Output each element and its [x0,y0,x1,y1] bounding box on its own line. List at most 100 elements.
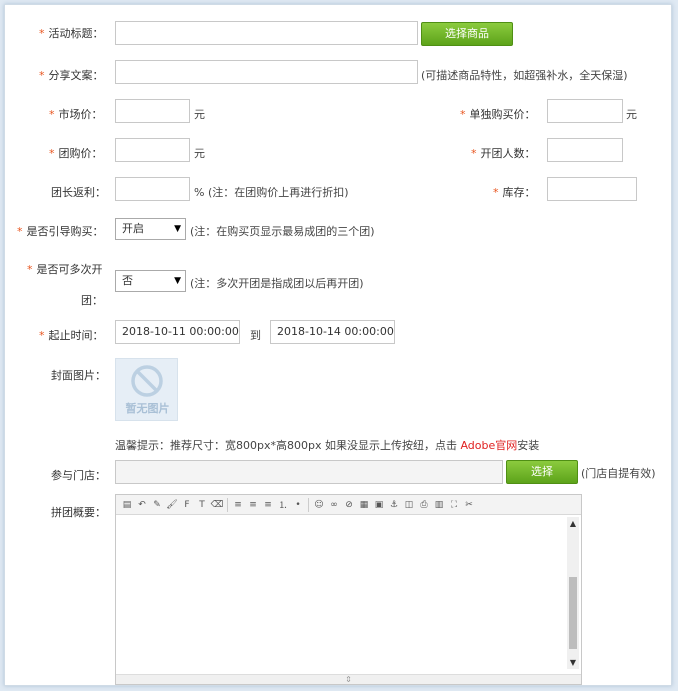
guide-buy-select-value: 开启 [122,222,144,235]
editor-scrollbar[interactable]: ▲ ▼ [567,517,579,669]
font-family-icon[interactable]: F [180,498,194,512]
adobe-link[interactable]: Adobe官网 [460,439,517,452]
required-star: * [460,108,466,121]
group-price-label: * 团购价： [49,145,103,161]
market-price-label: * 市场价： [49,106,103,122]
cut-icon[interactable]: ✂ [462,498,476,512]
no-image-text: 暂无图片 [125,402,170,415]
select-store-button[interactable]: 选择 [506,460,578,484]
scroll-thumb[interactable] [569,577,577,649]
required-star: * [39,69,45,82]
store-input[interactable] [115,460,503,484]
link-icon[interactable]: ∞ [327,498,341,512]
upload-tip-text: 温馨提示：推荐尺寸：宽800px*高800px 如果没显示上传按纽，点击 [115,439,461,452]
start-time-input[interactable]: 2018-10-11 00:00:00 [115,320,240,344]
template-icon[interactable]: ▥ [432,498,446,512]
guide-buy-label-text: 是否引导购买： [26,225,104,238]
market-price-input[interactable] [115,99,190,123]
market-price-label-text: 市场价： [58,108,103,121]
single-price-input[interactable] [547,99,623,123]
required-star: * [49,108,55,121]
stock-label: * 库存： [493,184,536,200]
required-star: * [27,263,33,276]
dropdown-arrow-icon: ▼ [174,224,181,234]
dropdown-arrow-icon: ▼ [174,276,181,286]
preview-icon[interactable]: ◫ [402,498,416,512]
toolbar-separator [227,497,228,512]
emoticon-icon[interactable]: ☺ [312,498,326,512]
scroll-up-icon[interactable]: ▲ [567,519,579,528]
leader-rebate-note: % (注：在团购价上再进行折扣) [194,186,349,199]
editor-toolbar: ▤ ↶ ✎ 🖌 F T ⌫ ≡ ≡ ≡ ⒈ • ☺ ∞ ⊘ ▦ ▣ ⚓ ◫ ⎙ ▥ ⛶ ✂ [116,495,581,515]
activity-title-label: * 活动标题： [39,25,104,41]
paint-icon[interactable]: ✎ [150,498,164,512]
form-panel: * 活动标题： 选择商品 * 分享文案： (可描述商品特性，如超强补水，全天保湿) … [4,4,672,686]
table-icon[interactable]: ▦ [357,498,371,512]
scroll-down-icon[interactable]: ▼ [567,658,579,667]
brush-icon[interactable]: 🖌 [165,498,179,512]
summary-label: 拼团概要： [51,506,106,519]
single-price-unit: 元 [626,108,637,121]
editor-resize-handle[interactable]: ⇕ [116,674,581,684]
rich-text-editor[interactable]: ▤ ↶ ✎ 🖌 F T ⌫ ≡ ≡ ≡ ⒈ • ☺ ∞ ⊘ ▦ ▣ ⚓ ◫ ⎙ ▥ ⛶ ✂ ▲ ▼ ⇕ [115,494,582,685]
multi-group-label: * 是否可多次开 [27,261,103,277]
ordered-list-icon[interactable]: ⒈ [276,498,290,512]
end-time-input[interactable]: 2018-10-14 00:00:00 [270,320,395,344]
unlink-icon[interactable]: ⊘ [342,498,356,512]
store-note: (门店自提有效) [581,467,656,480]
print-icon[interactable]: ⎙ [417,498,431,512]
activity-title-input[interactable] [115,21,418,45]
select-product-button[interactable]: 选择商品 [421,22,513,46]
leader-rebate-label: 团长返利： [51,186,106,199]
align-left-icon[interactable]: ≡ [231,498,245,512]
single-price-label: * 单独购买价： [460,106,536,122]
required-star: * [49,147,55,160]
market-price-unit: 元 [194,108,205,121]
required-star: * [471,147,477,160]
required-star: * [39,329,45,342]
undo-icon[interactable]: ↶ [135,498,149,512]
image-icon[interactable]: ▣ [372,498,386,512]
group-price-unit: 元 [194,147,205,160]
upload-tip-suffix: 安装 [517,439,540,452]
unordered-list-icon[interactable]: • [291,498,305,512]
group-price-label-text: 团购价： [58,147,103,160]
single-price-label-text: 单独购买价： [469,108,536,121]
group-size-label-text: 开团人数： [480,147,536,160]
time-range-label: * 起止时间： [39,327,104,343]
multi-group-label-line2: 团： [81,294,103,307]
group-price-input[interactable] [115,138,190,162]
guide-buy-note: (注：在购买页显示最易成团的三个团) [190,225,375,238]
multi-group-note: (注：多次开团是指成团以后再开团) [190,277,364,290]
multi-group-select-value: 否 [122,274,133,287]
guide-buy-select[interactable]: 开启 ▼ [115,218,186,240]
multi-group-select[interactable]: 否 ▼ [115,270,186,292]
fullscreen-icon[interactable]: ⛶ [447,498,461,512]
align-right-icon[interactable]: ≡ [261,498,275,512]
font-size-icon[interactable]: T [195,498,209,512]
required-star: * [17,225,23,238]
required-star: * [493,186,499,199]
eraser-icon[interactable]: ⌫ [210,498,224,512]
source-icon[interactable]: ▤ [120,498,134,512]
time-range-label-text: 起止时间： [48,329,104,342]
stock-label-text: 库存： [502,186,536,199]
required-star: * [39,27,45,40]
anchor-icon[interactable]: ⚓ [387,498,401,512]
align-center-icon[interactable]: ≡ [246,498,260,512]
share-text-label: * 分享文案： [39,67,104,83]
stock-input[interactable] [547,177,637,201]
leader-rebate-input[interactable] [115,177,190,201]
upload-tip: 温馨提示：推荐尺寸：宽800px*高800px 如果没显示上传按纽，点击 Ado… [115,437,539,453]
activity-title-label-text: 活动标题： [48,27,104,40]
cover-image-placeholder[interactable]: 暂无图片 [115,358,178,421]
time-range-separator: 到 [250,329,261,342]
guide-buy-label: * 是否引导购买： [17,223,104,239]
share-text-label-text: 分享文案： [48,69,104,82]
share-text-input[interactable] [115,60,418,84]
toolbar-separator [308,497,309,512]
group-size-input[interactable] [547,138,623,162]
share-text-note: (可描述商品特性，如超强补水，全天保湿) [421,69,628,82]
multi-group-label-line1: 是否可多次开 [36,263,103,276]
cover-image-label: 封面图片： [51,369,106,382]
